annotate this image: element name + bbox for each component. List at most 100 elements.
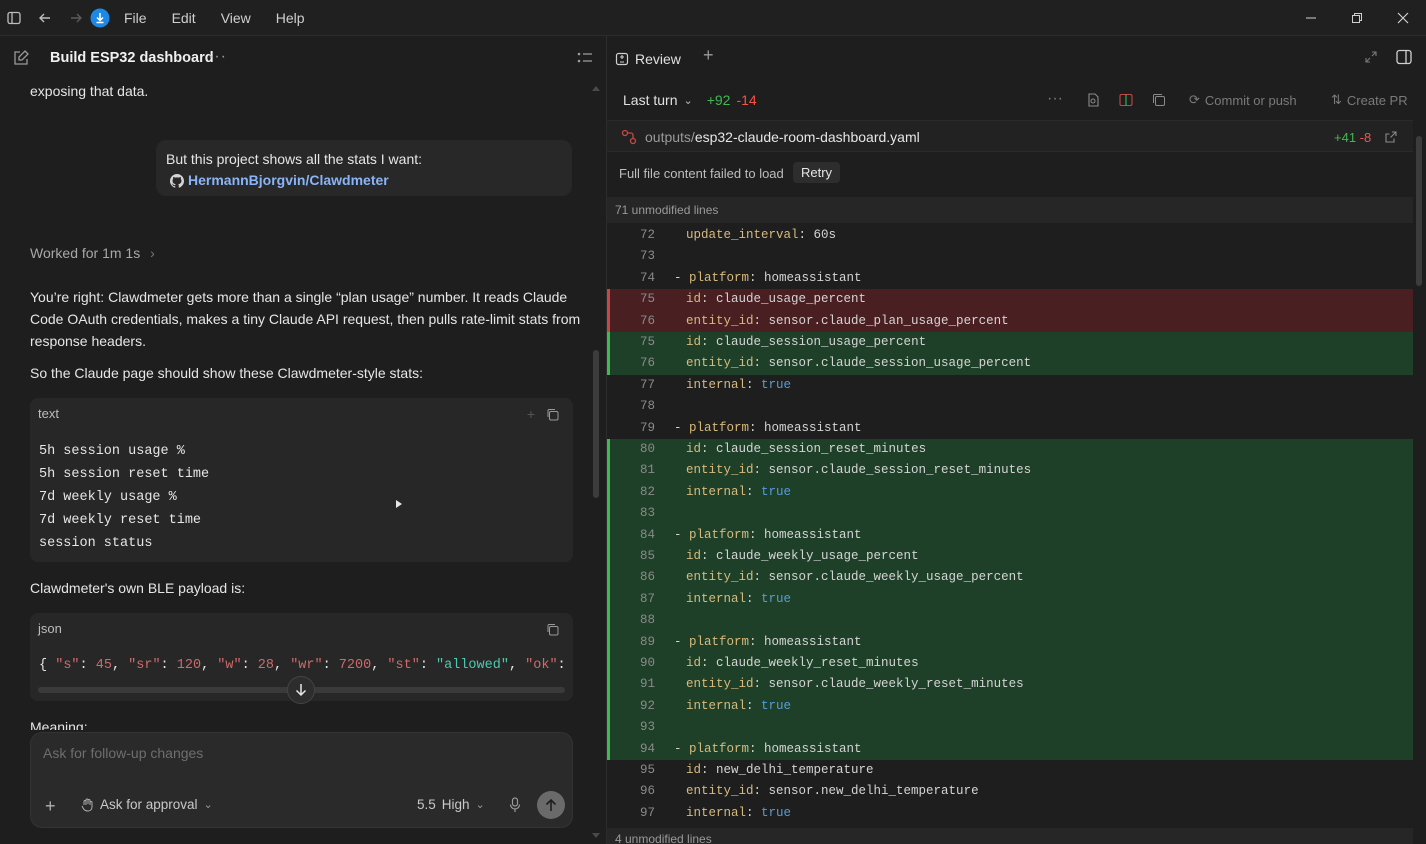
scroll-down-arrow-icon[interactable] — [592, 833, 600, 838]
line-code: id: claude_session_reset_minutes — [686, 442, 927, 456]
more-options-icon[interactable]: ··· — [1047, 90, 1063, 108]
scroll-up-arrow-icon[interactable] — [592, 86, 600, 91]
menu-view[interactable]: View — [221, 10, 251, 26]
send-button[interactable] — [537, 791, 565, 819]
more-options-icon[interactable]: ··· — [208, 48, 227, 66]
create-pr-button[interactable]: ⇅ Create PR — [1331, 92, 1408, 108]
diff-marker — [607, 289, 610, 311]
para1-line1: You’re right: Clawdmeter gets more than … — [30, 289, 568, 305]
line-number: 85 — [639, 549, 655, 563]
json-key: "sr" — [128, 658, 161, 673]
diff-marker — [607, 653, 610, 675]
json-key: "s" — [55, 658, 80, 673]
diff-marker — [607, 503, 610, 525]
line-number: 83 — [639, 506, 655, 521]
diff-marker — [607, 695, 610, 718]
wrap-icon[interactable]: + — [527, 406, 535, 422]
para1-line2: Code OAuth credentials, makes a tiny Cla… — [30, 311, 581, 327]
close-window-icon[interactable] — [1380, 0, 1426, 36]
total-deletions: -14 — [736, 92, 757, 108]
line-number: 75 — [639, 292, 655, 307]
json-key: "st" — [387, 658, 420, 673]
line-code: - platform: homeassistant — [674, 634, 862, 649]
split-view-icon[interactable] — [1119, 93, 1133, 110]
pull-request-icon: ⇅ — [1331, 92, 1342, 107]
back-arrow-icon[interactable] — [35, 8, 55, 28]
line-number: 90 — [639, 656, 655, 670]
diff-scrollbar[interactable] — [1415, 136, 1423, 836]
unmodified-lines-top[interactable]: 71 unmodified lines — [607, 197, 1413, 223]
expand-icon[interactable] — [1364, 50, 1378, 67]
chevron-right-icon: › — [150, 245, 155, 261]
code-line: 7d weekly reset time — [39, 513, 202, 528]
diff-line: 72 update_interval: 60s — [607, 225, 1413, 246]
add-attachment-icon[interactable]: + — [45, 797, 56, 815]
line-code: entity_id: sensor.claude_weekly_usage_pe… — [686, 570, 1024, 585]
repo-link[interactable]: HermannBjorgvin/Clawdmeter — [188, 170, 389, 191]
retry-button[interactable]: Retry — [793, 162, 841, 183]
unmodified-label: 4 unmodified lines — [615, 832, 712, 844]
copy-icon[interactable] — [546, 408, 559, 424]
worked-for-toggle[interactable]: Worked for 1m 1s › — [30, 242, 155, 264]
open-external-icon[interactable] — [1385, 130, 1397, 146]
tab-review[interactable]: Review — [615, 47, 697, 71]
menu-file[interactable]: File — [124, 10, 147, 26]
toggle-panel-icon[interactable] — [1396, 49, 1412, 68]
new-chat-icon[interactable] — [12, 49, 30, 70]
diff-line-added: 85 id: claude_weekly_usage_percent — [607, 546, 1413, 568]
turn-label: Last turn — [623, 92, 678, 108]
scrollbar-thumb[interactable] — [1416, 136, 1422, 286]
line-number: 82 — [639, 484, 655, 499]
unmodified-lines-bottom[interactable]: 4 unmodified lines — [607, 828, 1413, 844]
assistant-paragraph-3: Clawdmeter's own BLE payload is: — [30, 580, 246, 596]
chat-panel: Build ESP32 dashboard ··· exposing that … — [0, 36, 604, 844]
turn-selector[interactable]: Last turn ⌄ +92 -14 — [623, 92, 757, 108]
line-number: 76 — [639, 356, 655, 371]
arrow-up-icon — [545, 798, 557, 811]
json-value: 28 — [257, 658, 274, 673]
minimize-icon[interactable] — [1288, 0, 1334, 36]
line-code: id: claude_weekly_reset_minutes — [686, 656, 919, 670]
line-code: - platform: homeassistant — [674, 270, 862, 285]
code-line: session status — [39, 536, 153, 551]
line-code: entity_id: sensor.claude_weekly_reset_mi… — [686, 677, 1024, 692]
diff-line: 77 internal: true — [607, 375, 1413, 396]
file-search-icon[interactable] — [1086, 93, 1100, 110]
model-selector[interactable]: 5.5 High ⌄ — [417, 797, 485, 812]
composer-input[interactable]: Ask for follow-up changes — [43, 745, 203, 761]
copy-files-icon[interactable] — [1152, 93, 1166, 110]
scroll-down-button[interactable] — [287, 676, 315, 704]
diff-marker — [607, 546, 610, 568]
sidebar-toggle-icon[interactable] — [4, 8, 24, 28]
file-header[interactable]: outputs/esp32-claude-room-dashboard.yaml… — [607, 120, 1413, 152]
file-stats: +41 -8 — [1334, 130, 1371, 145]
microphone-icon[interactable] — [509, 797, 521, 816]
code-block-text: text + 5h session usage % 5h session res… — [30, 398, 573, 562]
para1-line3: response headers. — [30, 333, 146, 349]
code-lang-label: json — [38, 621, 62, 636]
copy-icon[interactable] — [546, 623, 559, 639]
unmodified-label: 71 unmodified lines — [615, 203, 719, 217]
diff-line-added: 92 internal: true — [607, 695, 1413, 718]
approval-dropdown[interactable]: Ask for approval ⌄ — [81, 797, 213, 812]
diff-line-removed: 76 entity_id: sensor.claude_plan_usage_pe… — [607, 310, 1413, 332]
diff-marker — [607, 524, 610, 546]
code-lines: 5h session usage % 5h session reset time… — [39, 440, 209, 555]
restore-icon[interactable] — [1334, 0, 1380, 36]
menu-edit[interactable]: Edit — [172, 10, 196, 26]
json-payload: { "s": 45, "sr": 120, "w": 28, "wr": 720… — [39, 658, 573, 673]
forward-arrow-icon[interactable] — [66, 8, 86, 28]
outline-list-icon[interactable] — [577, 51, 593, 68]
menu-help[interactable]: Help — [276, 10, 305, 26]
arrow-down-icon — [295, 684, 307, 697]
line-number: 88 — [639, 613, 655, 628]
add-tab-icon[interactable]: + — [703, 45, 714, 66]
scrollbar-thumb[interactable] — [593, 350, 599, 498]
diff-line-added: 80 id: claude_session_reset_minutes — [607, 439, 1413, 461]
diff-marker — [607, 332, 610, 354]
line-code: - platform: homeassistant — [674, 420, 862, 435]
chat-scrollbar[interactable] — [592, 86, 600, 844]
json-value: 120 — [176, 658, 202, 673]
commit-button[interactable]: ⟳ Commit or push — [1189, 92, 1297, 108]
diff-marker — [607, 439, 610, 461]
